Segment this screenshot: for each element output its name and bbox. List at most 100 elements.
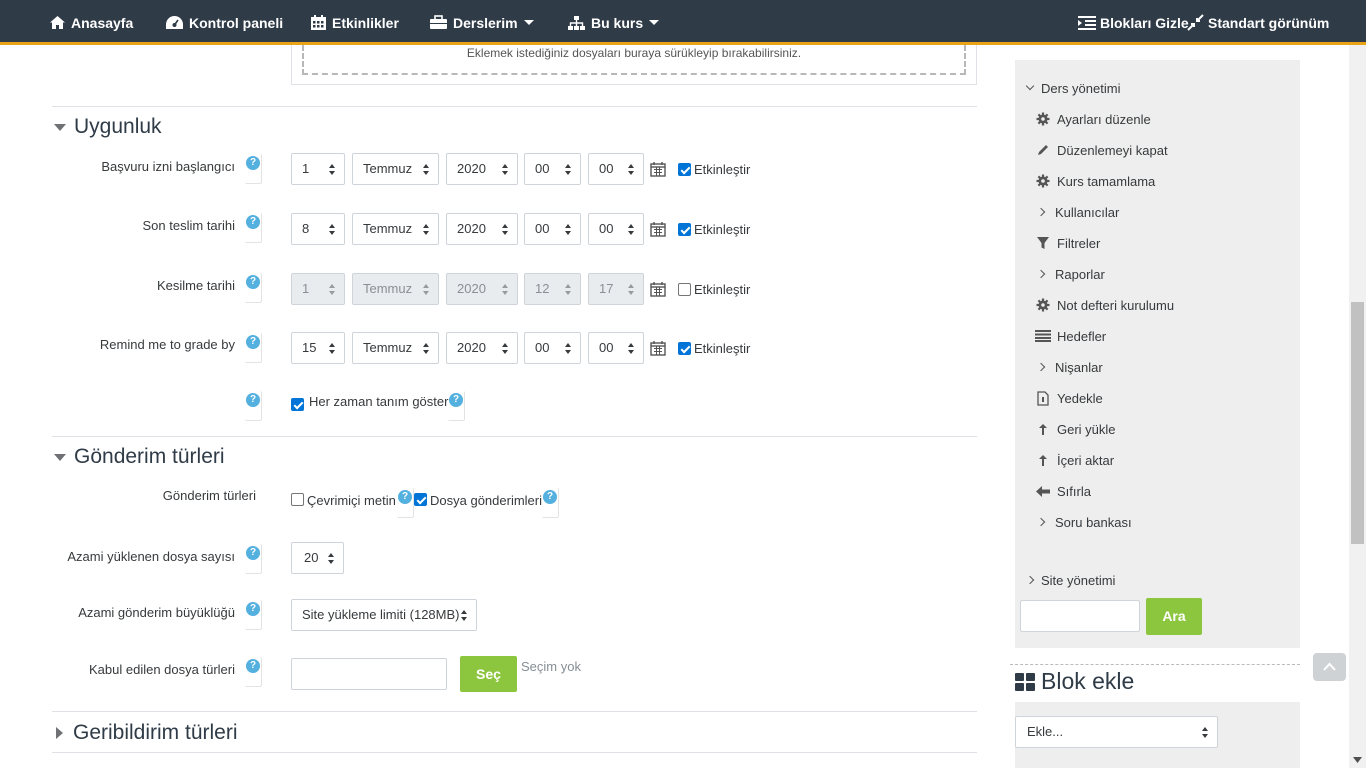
availability-section-header[interactable]: Uygunluk	[52, 115, 162, 139]
sidebar-item[interactable]: Yedekle	[1035, 390, 1103, 406]
sidebar-item[interactable]: Sıfırla	[1035, 483, 1091, 499]
hide-blocks-button[interactable]: Blokları Gizle	[1077, 0, 1189, 45]
sidebar-item[interactable]: Nişanlar	[1035, 359, 1103, 375]
year-select[interactable]: 2020	[446, 332, 518, 364]
help-button[interactable]: ?	[245, 213, 262, 243]
select-arrows-icon	[628, 164, 635, 175]
sidebar-item[interactable]: Hedefler	[1035, 328, 1106, 344]
nav-home[interactable]: Anasayfa	[49, 0, 133, 45]
year-value: 2020	[457, 221, 486, 236]
hour-value: 00	[535, 340, 550, 355]
add-block-label: Blok ekle	[1041, 668, 1135, 694]
calendar-icon[interactable]	[650, 161, 666, 177]
max-size-select[interactable]: Site yükleme limiti (128MB)	[291, 599, 477, 631]
help-button[interactable]: ?	[245, 657, 262, 687]
sidebar-item[interactable]: Not defteri kurulumu	[1035, 297, 1174, 313]
enable-checkbox[interactable]	[678, 342, 691, 355]
question-icon: ?	[246, 275, 260, 289]
sidebar-item-label: Raporlar	[1055, 266, 1105, 282]
no-selection-text: Seçim yok	[521, 659, 581, 674]
arrow-left-icon	[1035, 483, 1051, 499]
calendar-icon[interactable]	[650, 340, 666, 356]
standard-view-button[interactable]: Standart görünüm	[1187, 0, 1329, 45]
minute-value: 17	[599, 281, 614, 296]
select-arrows-icon	[628, 284, 635, 295]
calendar-icon[interactable]	[650, 281, 666, 297]
sidebar-item[interactable]: Düzenlemeyi kapat	[1035, 142, 1168, 158]
question-icon: ?	[246, 659, 260, 673]
sidebar-item[interactable]: Ayarları düzenle	[1035, 111, 1151, 127]
sidebar-item[interactable]: Kullanıcılar	[1035, 204, 1119, 220]
submission-types-section-header[interactable]: Gönderim türleri	[52, 445, 225, 469]
back-to-top-button[interactable]	[1313, 653, 1346, 681]
nav-my-courses[interactable]: Derslerim	[429, 0, 534, 45]
minute-select[interactable]: 00	[588, 153, 644, 185]
help-button[interactable]: ?	[448, 391, 465, 421]
file-dropzone[interactable]: Eklemek istediğiniz dosyaları buraya sür…	[302, 45, 966, 75]
month-select[interactable]: Temmuz	[352, 153, 439, 185]
admin-search-input[interactable]	[1020, 600, 1140, 632]
sidebar-item[interactable]: Geri yükle	[1035, 421, 1116, 437]
help-button[interactable]: ?	[245, 544, 262, 574]
feedback-types-section-header[interactable]: Geribildirim türleri	[52, 721, 238, 745]
nav-events[interactable]: Etkinlikler	[310, 0, 399, 45]
top-navbar: Anasayfa Kontrol paneli Etkinlikler Ders…	[0, 0, 1366, 45]
help-button[interactable]: ?	[245, 273, 262, 303]
nav-dashboard[interactable]: Kontrol paneli	[165, 0, 283, 45]
sidebar-item-label: Filtreler	[1057, 235, 1101, 251]
question-icon: ?	[398, 490, 412, 504]
sidebar-item[interactable]: İçeri aktar	[1035, 452, 1114, 468]
max-files-select[interactable]: 20	[291, 542, 344, 574]
select-arrows-icon	[423, 224, 430, 235]
minute-select[interactable]: 00	[588, 332, 644, 364]
help-button[interactable]: ?	[245, 154, 262, 184]
admin-search-button[interactable]: Ara	[1146, 598, 1202, 635]
calendar-icon[interactable]	[650, 221, 666, 237]
day-select[interactable]: 1	[291, 153, 345, 185]
scroll-down-arrow-icon[interactable]	[1353, 757, 1362, 763]
briefcase-icon	[430, 15, 447, 29]
enable-checkbox[interactable]	[678, 163, 691, 176]
sidebar-item[interactable]: Kurs tamamlama	[1035, 173, 1155, 189]
help-button[interactable]: ?	[397, 488, 414, 518]
month-select[interactable]: Temmuz	[352, 332, 439, 364]
nav-this-course[interactable]: Bu kurs	[567, 0, 660, 45]
day-select[interactable]: 15	[291, 332, 345, 364]
sidebar-item[interactable]: Filtreler	[1035, 235, 1100, 251]
standard-view-label: Standart görünüm	[1208, 14, 1330, 31]
online-text-checkbox[interactable]	[291, 493, 304, 506]
year-select[interactable]: 2020	[446, 153, 518, 185]
course-administration-node[interactable]: Ders yönetimi	[1025, 80, 1120, 96]
month-select[interactable]: Temmuz	[352, 213, 439, 245]
sidebar-item[interactable]: Soru bankası	[1035, 514, 1132, 530]
accepted-types-input[interactable]	[291, 658, 447, 690]
hour-select[interactable]: 00	[524, 153, 581, 185]
minute-value: 00	[599, 161, 614, 176]
enable-checkbox[interactable]	[678, 223, 691, 236]
chevron-right-icon	[1035, 266, 1047, 282]
select-arrows-icon	[423, 164, 430, 175]
help-button[interactable]: ?	[245, 600, 262, 630]
help-button[interactable]: ?	[245, 333, 262, 363]
month-value: Temmuz	[363, 281, 413, 296]
help-button[interactable]: ?	[245, 391, 262, 421]
question-icon: ?	[246, 335, 260, 349]
add-block-select[interactable]: Ekle...	[1015, 716, 1218, 748]
sidebar-item[interactable]: Raporlar	[1035, 266, 1105, 282]
day-value: 1	[302, 281, 310, 296]
site-administration-node[interactable]: Site yönetimi	[1025, 572, 1115, 588]
scrollbar-thumb[interactable]	[1351, 302, 1364, 544]
hour-select[interactable]: 00	[524, 213, 581, 245]
year-select[interactable]: 2020	[446, 213, 518, 245]
always-show-description-checkbox[interactable]	[291, 398, 304, 411]
enable-checkbox[interactable]	[678, 283, 691, 296]
help-button[interactable]: ?	[542, 488, 559, 518]
dropzone-text: Eklemek istediğiniz dosyaları buraya sür…	[466, 46, 802, 60]
day-select[interactable]: 8	[291, 213, 345, 245]
enable-label: Etkinleştir	[694, 282, 751, 297]
file-submissions-checkbox[interactable]	[414, 493, 427, 506]
choose-button[interactable]: Seç	[460, 656, 517, 692]
hour-select[interactable]: 00	[524, 332, 581, 364]
divider	[52, 106, 977, 107]
minute-select[interactable]: 00	[588, 213, 644, 245]
